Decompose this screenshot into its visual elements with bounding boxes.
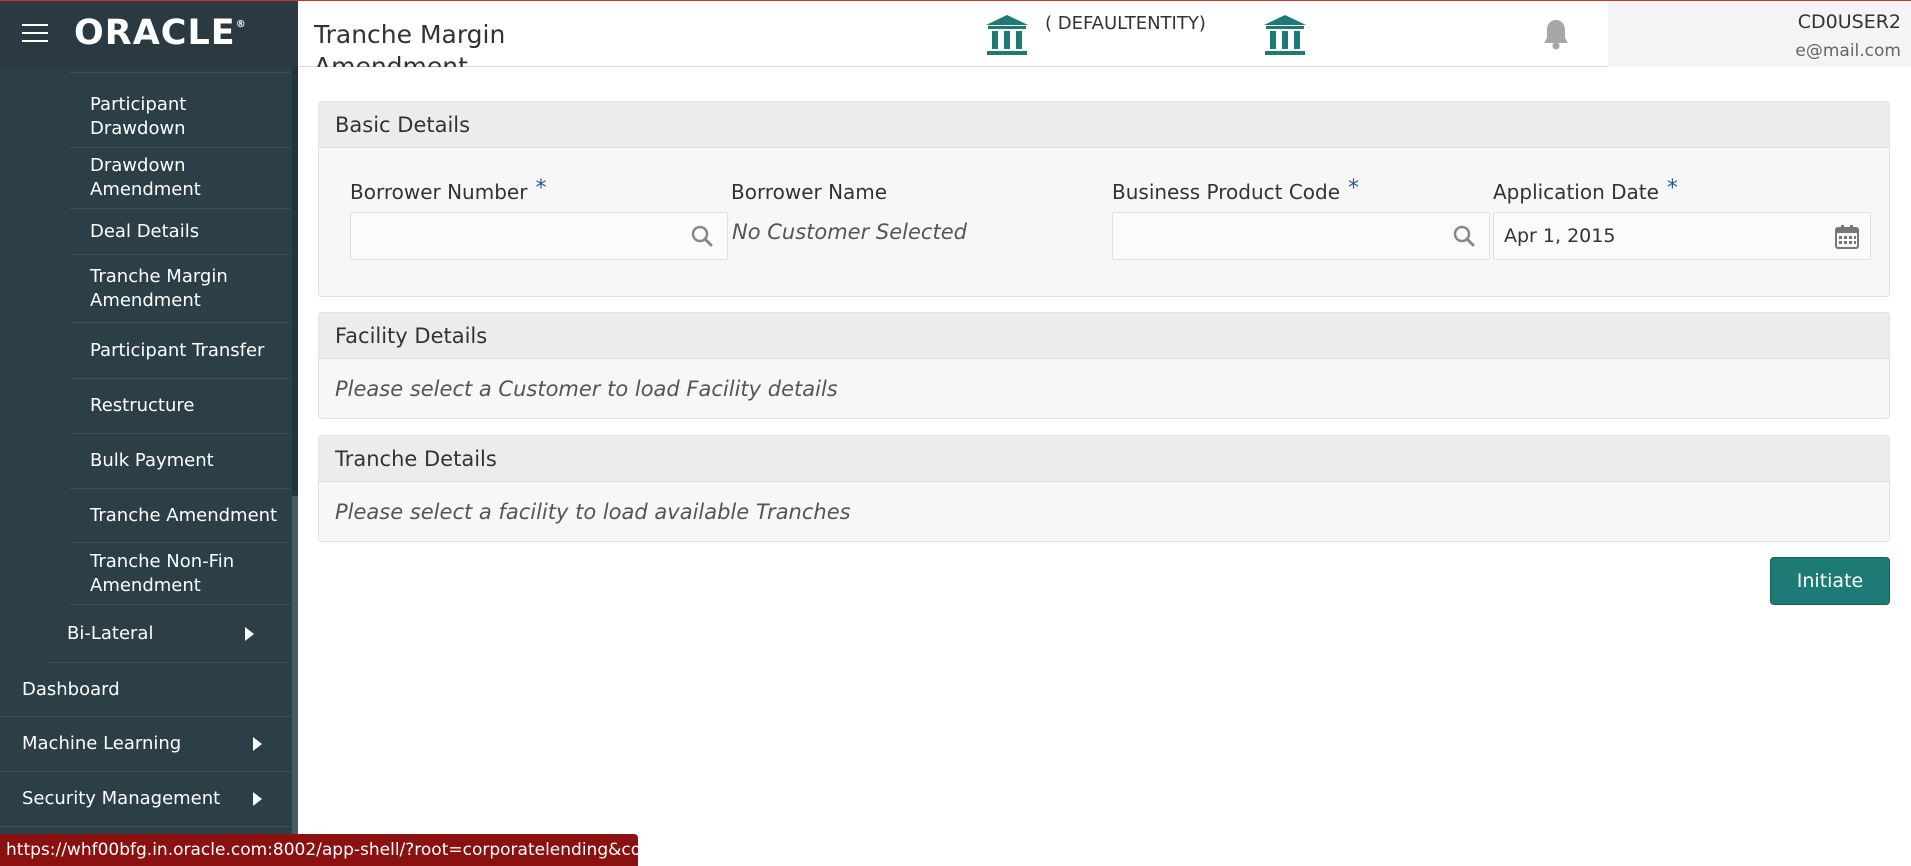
sidebar-item-label: Drawdown Amendment xyxy=(90,155,201,200)
entity-label: ( DEFAULTENTITY) xyxy=(1045,13,1206,34)
calendar-icon[interactable] xyxy=(1834,224,1860,250)
user-profile[interactable]: CD0USER2 e@mail.com xyxy=(1608,1,1911,67)
facility-details-title: Facility Details xyxy=(319,313,1889,359)
sidebar-scroll-thumb[interactable] xyxy=(292,496,298,836)
search-icon[interactable] xyxy=(691,225,713,247)
chevron-right-icon xyxy=(253,792,262,806)
borrower-number-label: Borrower Number * xyxy=(350,176,547,204)
application-date-value: Apr 1, 2015 xyxy=(1504,225,1616,247)
branch-bank-icon[interactable] xyxy=(1262,13,1308,57)
page-title: Tranche Margin Amendment xyxy=(314,20,506,67)
user-name: CD0USER2 xyxy=(1797,11,1901,33)
basic-details-title: Basic Details xyxy=(319,102,1889,148)
borrower-name-label: Borrower Name xyxy=(731,180,888,204)
facility-details-message: Please select a Customer to load Facilit… xyxy=(335,377,838,401)
sidebar-header: ORACLE® xyxy=(0,0,298,67)
sidebar: ORACLE® Participant Drawdown Drawdown Am… xyxy=(0,0,298,866)
sidebar-item-participant-transfer[interactable]: Participant Transfer xyxy=(70,323,290,379)
application-date-input[interactable]: Apr 1, 2015 xyxy=(1493,212,1871,260)
tranche-details-message: Please select a facility to load availab… xyxy=(335,500,851,524)
search-icon[interactable] xyxy=(1453,225,1475,247)
sidebar-item-restructure[interactable]: Restructure xyxy=(70,379,290,434)
sidebar-item-machine-learning[interactable]: Machine Learning xyxy=(0,717,292,772)
borrower-name-value: No Customer Selected xyxy=(732,220,967,244)
sidebar-item-drawdown-amendment[interactable]: Drawdown Amendment xyxy=(70,148,290,209)
basic-details-panel: Basic Details Borrower Number * Borrower … xyxy=(318,101,1890,297)
sidebar-item-label: Participant Transfer xyxy=(90,339,265,361)
sidebar-item-tranche-non-fin-amendment[interactable]: Tranche Non-Fin Amendment xyxy=(70,543,290,605)
status-bar-url: https://whf00bfg.in.oracle.com:8002/app-… xyxy=(0,834,638,866)
sidebar-item-label: Tranche Non-Fin Amendment xyxy=(90,550,235,596)
sidebar-item-deal-details[interactable]: Deal Details xyxy=(70,209,290,255)
sidebar-item-label: Tranche Amendment xyxy=(90,504,278,526)
sidebar-item-tranche-amendment[interactable]: Tranche Amendment xyxy=(70,489,290,543)
tranche-details-title: Tranche Details xyxy=(319,436,1889,482)
sidebar-item-dashboard[interactable]: Dashboard xyxy=(0,663,292,717)
sidebar-item-label: Machine Learning xyxy=(22,733,182,754)
sidebar-item-bi-lateral[interactable]: Bi-Lateral xyxy=(46,605,290,663)
sidebar-item-label: Bi-Lateral xyxy=(67,622,154,644)
bank-icon[interactable] xyxy=(984,13,1030,57)
bell-icon[interactable] xyxy=(1541,17,1571,51)
sidebar-item-cutoff[interactable] xyxy=(70,67,290,73)
sidebar-item-bulk-payment[interactable]: Bulk Payment xyxy=(70,434,290,489)
sidebar-item-label: Security Management xyxy=(22,788,221,809)
business-product-code-input[interactable] xyxy=(1112,212,1490,260)
oracle-logo: ORACLE® xyxy=(74,13,247,53)
sidebar-item-label: Bulk Payment xyxy=(90,450,214,471)
sidebar-item-label: Dashboard xyxy=(22,678,120,700)
sidebar-item-label: Tranche Margin Amendment xyxy=(90,265,228,311)
chevron-right-icon xyxy=(245,626,254,641)
sidebar-item-tranche-margin-amendment[interactable]: Tranche Margin Amendment xyxy=(70,255,290,323)
user-email: e@mail.com xyxy=(1795,41,1901,61)
borrower-number-input[interactable] xyxy=(350,212,728,260)
app-header: Tranche Margin Amendment ( DEFAULTENTITY… xyxy=(298,0,1911,67)
facility-details-panel: Facility Details Please select a Custome… xyxy=(318,312,1890,419)
initiate-button[interactable]: Initiate xyxy=(1770,557,1890,605)
chevron-right-icon xyxy=(253,737,262,751)
sidebar-item-security-management[interactable]: Security Management xyxy=(0,772,292,827)
business-product-code-label: Business Product Code * xyxy=(1112,176,1360,204)
sidebar-item-participant-drawdown[interactable]: Participant Drawdown xyxy=(70,87,290,148)
tranche-details-panel: Tranche Details Please select a facility… xyxy=(318,435,1890,542)
sidebar-item-label: Deal Details xyxy=(90,220,200,242)
sidebar-item-label: Restructure xyxy=(90,395,195,416)
hamburger-menu-icon[interactable] xyxy=(22,24,48,44)
application-date-label: Application Date * xyxy=(1493,176,1678,204)
sidebar-menu: Participant Drawdown Drawdown Amendment … xyxy=(0,67,292,866)
sidebar-item-label: Participant Drawdown xyxy=(90,94,187,139)
